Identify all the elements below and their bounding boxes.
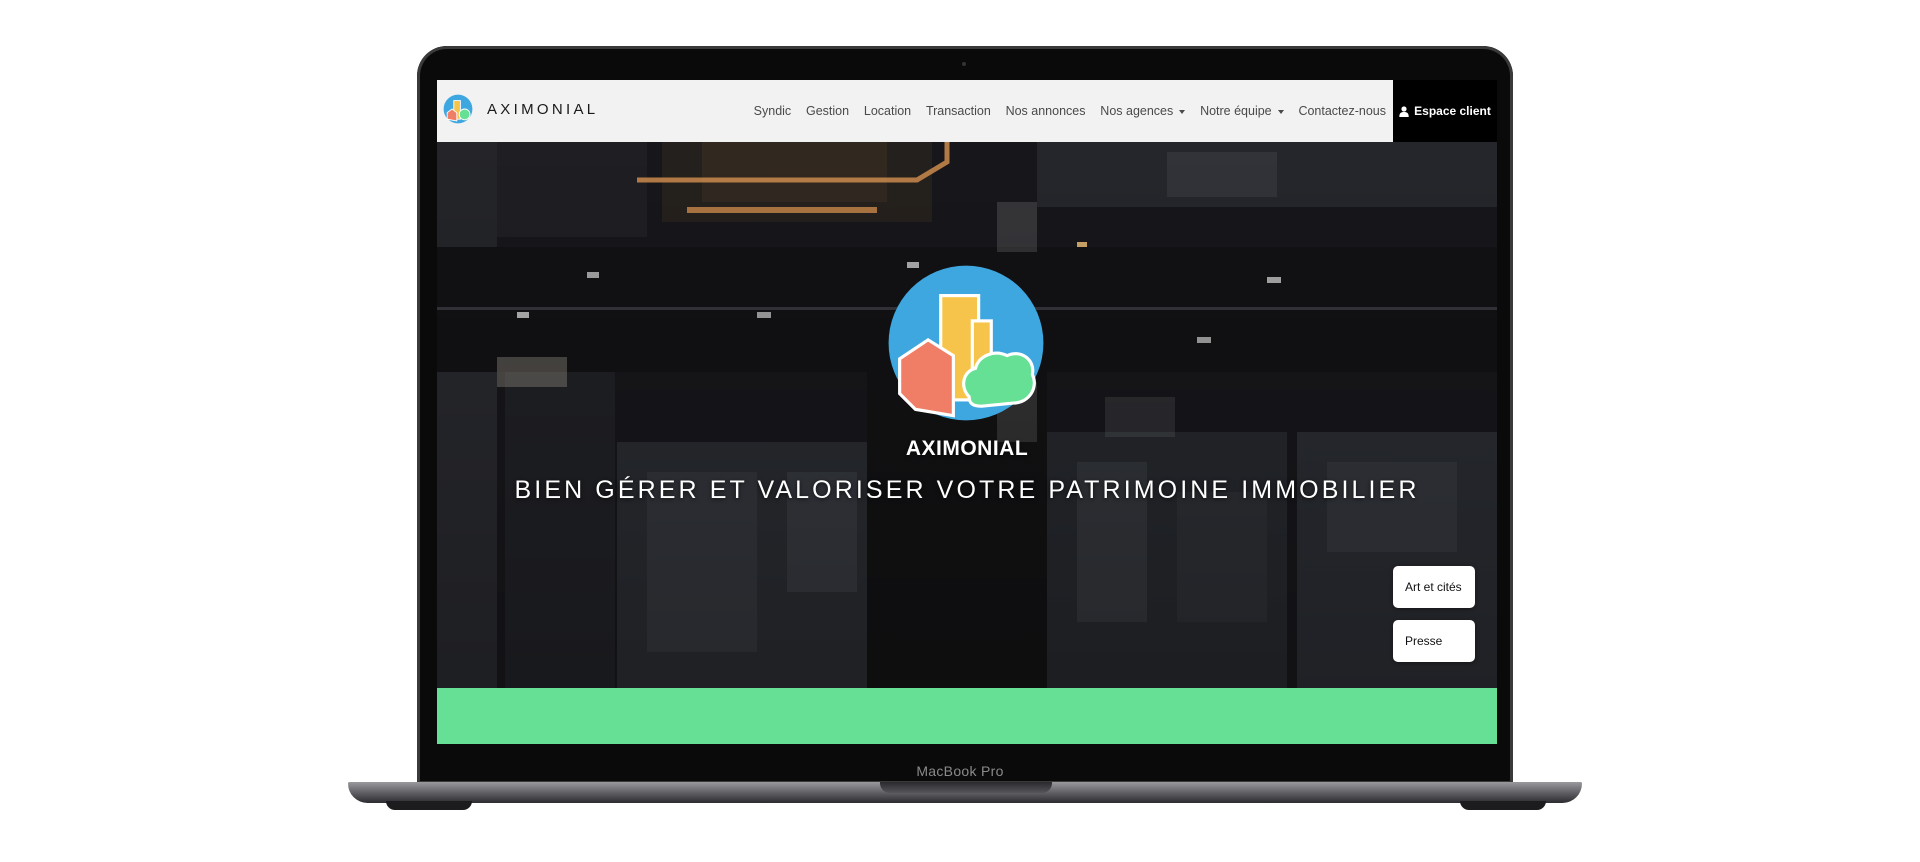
webcam	[962, 62, 966, 66]
hero-tagline: BIEN GÉRER ET VALORISER VOTRE PATRIMOINE…	[514, 476, 1420, 504]
brand-link[interactable]: AXIMONIAL	[443, 94, 598, 124]
espace-client-button[interactable]: Espace client	[1393, 80, 1497, 142]
brand-name: AXIMONIAL	[487, 100, 599, 118]
user-icon	[1399, 105, 1409, 117]
nav-dropdown-label: Nos agences	[1100, 104, 1174, 118]
nav-dropdown-label: Notre équipe	[1200, 104, 1272, 118]
laptop-screen: AXIMONIAL Syndic Gestion Location Transa…	[437, 80, 1497, 744]
nav-dropdown-notre-equipe[interactable]: Notre équipe	[1200, 104, 1284, 118]
navbar: AXIMONIAL Syndic Gestion Location Transa…	[437, 80, 1393, 142]
art-et-cites-button[interactable]: Art et cités	[1393, 566, 1475, 608]
hero-section: AXIMONIAL BIEN GÉRER ET VALORISER VOTRE …	[437, 142, 1497, 688]
laptop-foot-right	[1460, 801, 1546, 810]
nav-link-transaction[interactable]: Transaction	[926, 104, 991, 118]
main-menu: Syndic Gestion Location Transaction Nos …	[739, 80, 1386, 142]
nav-link-location[interactable]: Location	[864, 104, 911, 118]
nav-link-gestion[interactable]: Gestion	[806, 104, 849, 118]
laptop-notch	[880, 782, 1052, 793]
espace-client-label: Espace client	[1414, 104, 1491, 118]
nav-dropdown-nos-agences[interactable]: Nos agences	[1100, 104, 1186, 118]
caret-down-icon	[1179, 109, 1186, 114]
nav-link-contact[interactable]: Contactez-nous	[1298, 104, 1386, 118]
green-band	[437, 688, 1497, 744]
hero-logo-icon	[888, 265, 1044, 421]
presse-button[interactable]: Presse	[1393, 620, 1475, 662]
nav-link-syndic[interactable]: Syndic	[754, 104, 792, 118]
laptop-foot-left	[386, 801, 472, 810]
brand-logo-icon	[443, 94, 473, 124]
nav-link-nos-annonces[interactable]: Nos annonces	[1006, 104, 1086, 118]
device-label: MacBook Pro	[916, 763, 1004, 779]
hero-brand-name: AXIMONIAL	[905, 437, 1029, 460]
caret-down-icon	[1277, 109, 1284, 114]
